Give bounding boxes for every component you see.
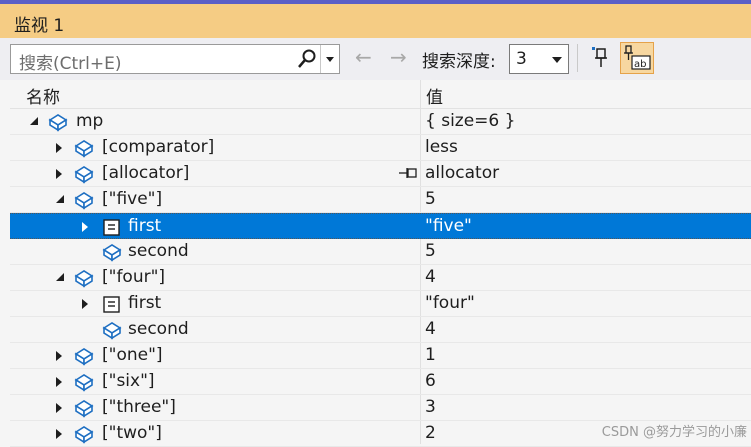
view-string-button[interactable]: ab xyxy=(620,42,654,74)
row-value: less xyxy=(425,137,458,157)
expanded-triangle-icon[interactable] xyxy=(30,117,40,127)
pin-icon[interactable] xyxy=(588,44,614,72)
watch-grid: mp { size=6 } [comparator] less [allocat… xyxy=(10,109,751,447)
row-value: "four" xyxy=(425,293,475,313)
collapsed-triangle-icon[interactable] xyxy=(82,222,88,232)
table-row[interactable]: ["six"] 6 xyxy=(10,369,751,395)
row-value: 2 xyxy=(425,423,436,443)
row-name: first xyxy=(128,293,162,313)
object-icon xyxy=(74,426,94,444)
search-depth-label: 搜索深度: xyxy=(422,52,496,72)
row-name: ["three"] xyxy=(102,397,176,417)
row-value: "five" xyxy=(425,216,472,236)
row-name: [comparator] xyxy=(102,137,215,157)
collapsed-triangle-icon[interactable] xyxy=(56,429,62,439)
row-name: ["four"] xyxy=(102,267,166,287)
table-row[interactable]: second 5 xyxy=(10,239,751,265)
row-name: ["six"] xyxy=(102,371,155,391)
search-icon[interactable] xyxy=(295,47,319,71)
svg-text:ab: ab xyxy=(634,59,646,70)
row-value: 1 xyxy=(425,345,436,365)
expanded-triangle-icon[interactable] xyxy=(56,273,66,283)
search-placeholder: 搜索(Ctrl+E) xyxy=(19,54,122,74)
row-value: 3 xyxy=(425,397,436,417)
column-header-value[interactable]: 值 xyxy=(426,83,443,108)
expanded-triangle-icon[interactable] xyxy=(56,195,66,205)
collapsed-triangle-icon[interactable] xyxy=(56,169,62,179)
chevron-down-icon xyxy=(326,57,334,62)
collapsed-triangle-icon[interactable] xyxy=(56,143,62,153)
object-icon xyxy=(74,348,94,366)
toolbar-separator xyxy=(577,44,578,72)
row-name: ["five"] xyxy=(102,189,163,209)
row-name: ["two"] xyxy=(102,423,162,443)
pin-to-source-icon[interactable] xyxy=(398,166,418,180)
table-row[interactable]: ["one"] 1 xyxy=(10,343,751,369)
column-header-name[interactable]: 名称 xyxy=(26,83,60,108)
table-row-selected[interactable]: first "five" xyxy=(10,213,751,239)
row-value: 4 xyxy=(425,267,436,287)
column-header: 名称 值 xyxy=(10,80,751,109)
chevron-down-icon xyxy=(552,57,562,63)
object-icon xyxy=(74,140,94,158)
row-name: first xyxy=(128,216,162,236)
row-value: 4 xyxy=(425,319,436,339)
search-dropdown-button[interactable] xyxy=(320,45,339,73)
search-input[interactable]: 搜索(Ctrl+E) xyxy=(10,44,340,74)
row-value: allocator xyxy=(425,163,500,183)
table-row[interactable]: mp { size=6 } xyxy=(10,109,751,135)
table-row[interactable]: [comparator] less xyxy=(10,135,751,161)
object-icon xyxy=(74,400,94,418)
row-value: 5 xyxy=(425,241,436,261)
object-icon xyxy=(74,374,94,392)
window-titlebar: 监视 1 xyxy=(0,0,751,38)
row-value: 6 xyxy=(425,371,436,391)
row-name: ["one"] xyxy=(102,345,163,365)
collapsed-triangle-icon[interactable] xyxy=(82,299,88,309)
row-name: second xyxy=(128,319,189,339)
window-title: 监视 1 xyxy=(14,16,65,36)
table-row[interactable]: [allocator] allocator xyxy=(10,161,751,187)
row-value: 5 xyxy=(425,189,436,209)
table-row[interactable]: ["three"] 3 xyxy=(10,395,751,421)
collapsed-triangle-icon[interactable] xyxy=(56,403,62,413)
row-name: [allocator] xyxy=(102,163,190,183)
row-name: mp xyxy=(76,111,104,131)
field-icon xyxy=(103,296,120,313)
row-name: second xyxy=(128,241,189,261)
search-depth-select[interactable]: 3 xyxy=(509,44,569,74)
table-row[interactable]: ["five"] 5 xyxy=(10,187,751,213)
table-row[interactable]: second 4 xyxy=(10,317,751,343)
table-row[interactable]: first "four" xyxy=(10,291,751,317)
object-icon xyxy=(102,322,122,340)
search-depth-value: 3 xyxy=(516,49,527,69)
forward-button[interactable]: → xyxy=(390,45,407,69)
back-button[interactable]: ← xyxy=(355,45,372,69)
object-icon xyxy=(102,244,122,262)
table-row[interactable]: ["four"] 4 xyxy=(10,265,751,291)
row-value: { size=6 } xyxy=(425,111,516,131)
collapsed-triangle-icon[interactable] xyxy=(56,351,62,361)
ab-text-icon: ab xyxy=(624,45,651,70)
object-icon xyxy=(74,192,94,210)
toolbar: 搜索(Ctrl+E) ← → 搜索深度: 3 ab xyxy=(0,38,751,80)
object-icon xyxy=(48,114,68,132)
field-icon xyxy=(103,219,120,236)
object-icon xyxy=(74,270,94,288)
collapsed-triangle-icon[interactable] xyxy=(56,377,62,387)
object-icon xyxy=(74,166,94,184)
watermark: CSDN @努力学习的小廉 xyxy=(601,425,747,440)
